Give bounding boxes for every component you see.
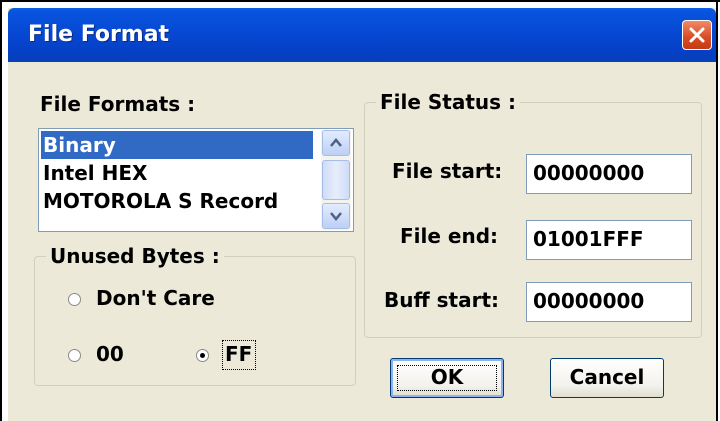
- cancel-button[interactable]: Cancel: [550, 358, 664, 398]
- file-end-field[interactable]: 01001FFF: [526, 220, 692, 260]
- screenshot-border-left: [0, 0, 2, 421]
- ok-button-focus-rect: [397, 365, 497, 391]
- cancel-button-label: Cancel: [569, 365, 645, 389]
- radio-ff[interactable]: [196, 349, 209, 362]
- file-format-dialog: File Format File Formats : Binary Intel …: [8, 8, 716, 421]
- radio-ff-selected-dot: [200, 353, 205, 358]
- buff-start-field[interactable]: 00000000: [526, 282, 692, 322]
- radio-00[interactable]: [68, 349, 81, 362]
- buff-start-label: Buff start:: [384, 288, 500, 312]
- vertical-scrollbar[interactable]: [321, 130, 351, 230]
- scroll-up-button[interactable]: [322, 130, 350, 156]
- list-item-binary[interactable]: Binary: [41, 131, 313, 159]
- close-button[interactable]: [682, 20, 712, 50]
- unused-bytes-label: Unused Bytes :: [46, 244, 224, 268]
- chevron-up-icon: [330, 138, 342, 147]
- unused-bytes-group: [34, 256, 356, 386]
- chevron-down-icon: [330, 212, 342, 221]
- file-formats-label: File Formats :: [40, 92, 196, 116]
- scroll-thumb[interactable]: [322, 160, 350, 200]
- radio-dont-care-label[interactable]: Don't Care: [96, 286, 215, 310]
- file-start-field[interactable]: 00000000: [526, 154, 692, 194]
- ok-button[interactable]: OK: [390, 358, 504, 398]
- screenshot-border-top: [0, 0, 720, 2]
- list-item-intel-hex[interactable]: Intel HEX: [41, 159, 313, 187]
- radio-dont-care[interactable]: [68, 293, 81, 306]
- close-icon: [689, 27, 705, 43]
- file-status-label: File Status :: [376, 90, 521, 114]
- scroll-down-button[interactable]: [322, 203, 350, 229]
- screenshot-border-right: [716, 0, 718, 421]
- file-end-label: File end:: [400, 224, 499, 248]
- radio-00-label[interactable]: 00: [96, 342, 124, 366]
- window-title: File Format: [28, 22, 170, 47]
- title-bar[interactable]: File Format: [8, 8, 716, 62]
- list-item-motorola-s-record[interactable]: MOTOROLA S Record: [41, 187, 313, 215]
- file-start-label: File start:: [392, 159, 503, 183]
- radio-ff-label[interactable]: FF: [225, 342, 252, 366]
- file-formats-listbox[interactable]: Binary Intel HEX MOTOROLA S Record: [38, 128, 354, 232]
